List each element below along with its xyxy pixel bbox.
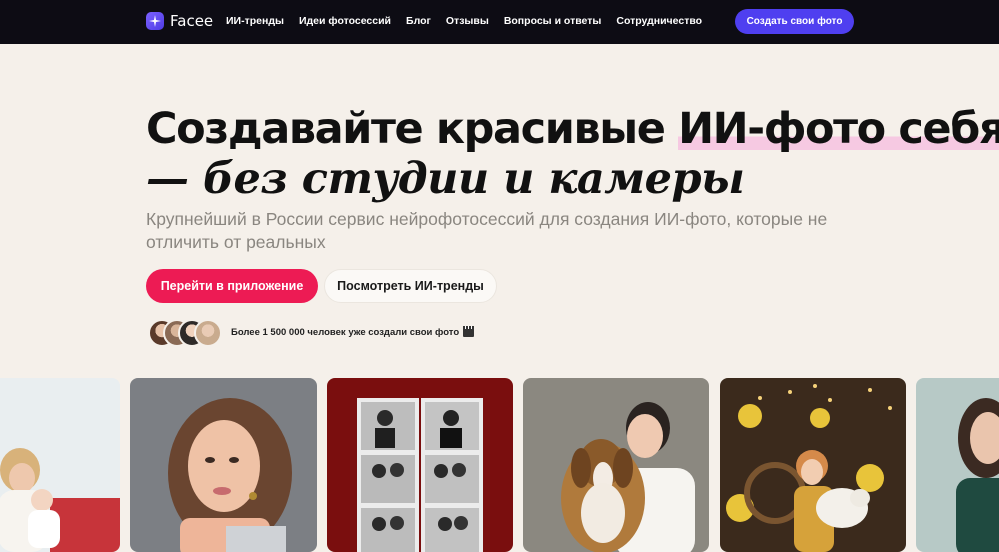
go-to-app-button[interactable]: Перейти в приложение bbox=[146, 269, 318, 303]
hero-title-line2: — без студии и камеры bbox=[146, 154, 745, 204]
sparkle-icon bbox=[146, 12, 164, 30]
hero-title: Создавайте красивые ИИ-фото себя — без с… bbox=[146, 104, 999, 204]
social-proof: Более 1 500 000 человек уже создали свои… bbox=[231, 326, 475, 338]
nav-link-partnership[interactable]: Сотрудничество bbox=[616, 15, 702, 27]
gallery-card-photobooth-strip[interactable] bbox=[327, 378, 513, 552]
gallery-card-woman-with-beagle[interactable] bbox=[523, 378, 709, 552]
nav-link-faq[interactable]: Вопросы и ответы bbox=[504, 15, 602, 27]
hero-title-plain: Создавайте красивые bbox=[146, 104, 679, 154]
create-photos-button[interactable]: Создать свои фото bbox=[735, 9, 854, 34]
clapperboard-icon bbox=[463, 326, 475, 337]
nav-link-photoshoot-ideas[interactable]: Идеи фотосессий bbox=[299, 15, 391, 27]
top-navbar: Facee ИИ-тренды Идеи фотосессий Блог Отз… bbox=[0, 0, 999, 44]
gallery-card-mother-with-baby[interactable] bbox=[0, 378, 120, 552]
nav-links: ИИ-тренды Идеи фотосессий Блог Отзывы Во… bbox=[226, 15, 717, 27]
gallery-card-woman-in-green[interactable] bbox=[916, 378, 999, 552]
avatar bbox=[194, 319, 222, 347]
avatar-stack bbox=[148, 319, 224, 347]
brand-logo[interactable]: Facee bbox=[146, 12, 213, 30]
brand-name: Facee bbox=[170, 12, 214, 30]
nav-link-reviews[interactable]: Отзывы bbox=[446, 15, 489, 27]
hero-subtitle: Крупнейший в России сервис нейрофотосесс… bbox=[146, 209, 828, 252]
view-ai-trends-button[interactable]: Посмотреть ИИ-тренды bbox=[324, 269, 497, 303]
social-proof-text: Более 1 500 000 человек уже создали свои… bbox=[231, 327, 460, 338]
nav-link-ai-trends[interactable]: ИИ-тренды bbox=[226, 15, 284, 27]
hero-title-highlight: ИИ-фото себя bbox=[678, 104, 999, 154]
gallery-card-woman-portrait[interactable] bbox=[130, 378, 317, 552]
nav-link-blog[interactable]: Блог bbox=[406, 15, 431, 27]
gallery-card-girl-with-lamb[interactable] bbox=[720, 378, 906, 552]
